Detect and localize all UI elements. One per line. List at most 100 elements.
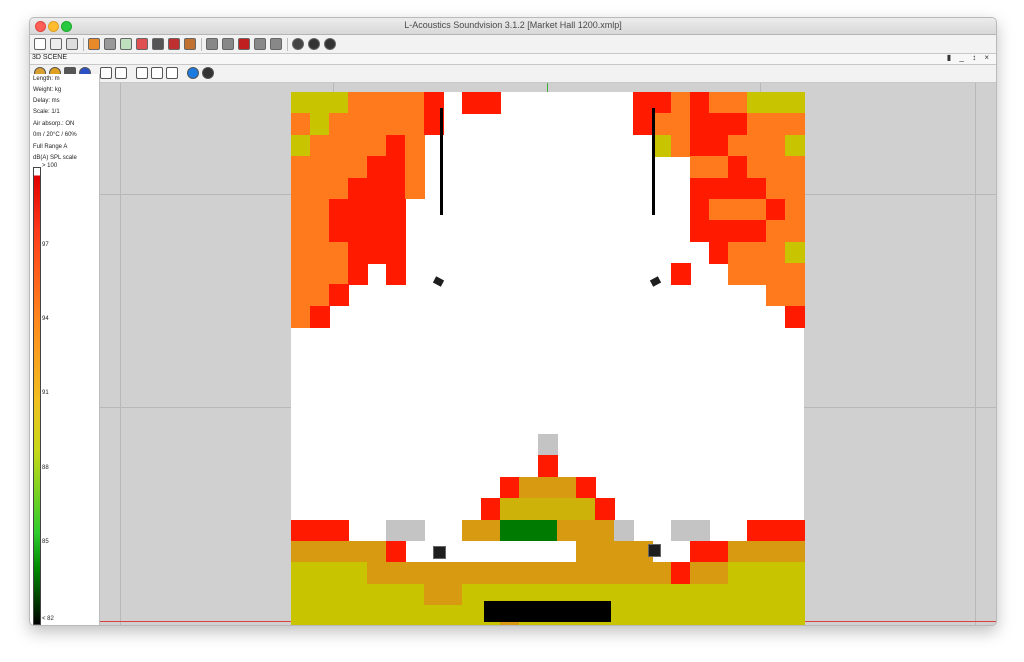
heatmap-cell [747, 156, 767, 178]
heatmap-cell [747, 241, 767, 264]
plane-view-2-icon[interactable] [115, 67, 127, 79]
heatmap-cell [785, 156, 805, 178]
heatmap-cell [348, 92, 368, 114]
speaker-left-stage[interactable] [433, 546, 446, 559]
heatmap-cell [310, 113, 330, 136]
heatmap-cell [386, 134, 406, 157]
heatmap-cell [481, 519, 501, 542]
heatmap-cell [329, 540, 349, 563]
heatmap-cell [291, 220, 311, 243]
plane-view-icon[interactable] [100, 67, 112, 79]
heatmap-cell [291, 241, 311, 264]
heatmap-cell [310, 583, 330, 606]
pointer-icon[interactable] [166, 67, 178, 79]
heatmap-cell [348, 605, 368, 625]
info-conditions: 0m / 20°C / 60% [33, 132, 77, 138]
heatmap-cell [367, 583, 387, 606]
heatmap-cell [690, 156, 710, 178]
heatmap-cell [329, 220, 349, 243]
heatmap-cell [747, 198, 767, 221]
heatmap-cell [538, 434, 558, 456]
heatmap-cell [405, 92, 425, 114]
app-window: L-Acoustics Soundvision 3.1.2 [Market Ha… [29, 17, 997, 626]
heatmap-cell [329, 198, 349, 221]
heatmap-cell [785, 540, 805, 563]
heatmap-cell [614, 519, 634, 542]
heatmap-cell [538, 498, 558, 520]
settings-icon[interactable] [292, 38, 304, 50]
heatmap-cell [671, 134, 691, 157]
heatmap-cell [747, 562, 767, 585]
heatmap-cell [329, 562, 349, 585]
save-icon[interactable] [66, 38, 78, 50]
heatmap-cell [690, 540, 710, 563]
heatmap-cell [614, 562, 634, 585]
main-toolbar [30, 35, 996, 54]
info-length: Length: m [33, 76, 60, 82]
heatmap-cell [595, 562, 615, 585]
measure-icon[interactable] [151, 67, 163, 79]
help-circle-icon[interactable] [202, 67, 214, 79]
heatmap-cell [291, 113, 311, 136]
heatmap-cell [785, 519, 805, 542]
heatmap-cell [348, 156, 368, 178]
heatmap-cell [728, 605, 748, 625]
view-icon[interactable] [88, 38, 100, 50]
heatmap-cell [386, 156, 406, 178]
info-icon[interactable] [187, 67, 199, 79]
scene-panel-controls[interactable]: ▮ _ ↕ × [947, 53, 992, 62]
speaker-right-stage[interactable] [648, 544, 661, 557]
snapshot-icon[interactable] [120, 38, 132, 50]
heatmap-cell [386, 92, 406, 114]
heatmap-cell [291, 156, 311, 178]
heatmap-cell [386, 198, 406, 221]
heatmap-cell [690, 605, 710, 625]
speaker-icon[interactable] [184, 38, 196, 50]
heatmap-cell [538, 455, 558, 478]
scene-viewport[interactable] [100, 83, 996, 625]
export-icon[interactable] [136, 67, 148, 79]
heatmap-cell [462, 562, 482, 585]
layout-icon[interactable] [270, 38, 282, 50]
new-file-icon[interactable] [34, 38, 46, 50]
report-icon[interactable] [238, 38, 250, 50]
heatmap-cell [367, 605, 387, 625]
right-wall-line [652, 108, 655, 215]
heatmap-cell [310, 284, 330, 307]
heatmap-cell [538, 519, 558, 542]
heatmap-cell [614, 540, 634, 563]
heatmap-cell [310, 241, 330, 264]
heatmap-cell [633, 583, 653, 606]
toolbar-separator [83, 38, 84, 51]
open-folder-icon[interactable] [50, 38, 62, 50]
heatmap-cell [348, 540, 368, 563]
spl-heatmap[interactable] [291, 92, 805, 625]
heatmap-cell [728, 241, 748, 264]
heatmap-cell [386, 519, 406, 542]
heatmap-cell [785, 113, 805, 136]
help-icon[interactable] [308, 38, 320, 50]
heatmap-cell [747, 605, 767, 625]
heatmap-cell [386, 540, 406, 563]
heatmap-cell [310, 263, 330, 285]
heatmap-cell [291, 177, 311, 200]
info-scale-title: dB(A) SPL scale [33, 155, 77, 161]
heatmap-cell [671, 562, 691, 585]
heatmap-cell [633, 92, 653, 114]
scale-tick-88: 88 [42, 465, 49, 471]
heatmap-cell [386, 113, 406, 136]
heatmap-cell [766, 562, 786, 585]
pyramid-icon[interactable] [168, 38, 180, 50]
more-icon[interactable] [324, 38, 336, 50]
grid-icon[interactable] [206, 38, 218, 50]
box-icon[interactable] [152, 38, 164, 50]
clip-icon[interactable] [104, 38, 116, 50]
scale-tick-97: 97 [42, 242, 49, 248]
heatmap-cell [690, 519, 710, 542]
mapping-icon[interactable] [222, 38, 234, 50]
pencil-icon[interactable] [136, 38, 148, 50]
heatmap-cell [709, 562, 729, 585]
heatmap-cell [595, 540, 615, 563]
expand-icon[interactable] [254, 38, 266, 50]
heatmap-cell [500, 498, 520, 520]
